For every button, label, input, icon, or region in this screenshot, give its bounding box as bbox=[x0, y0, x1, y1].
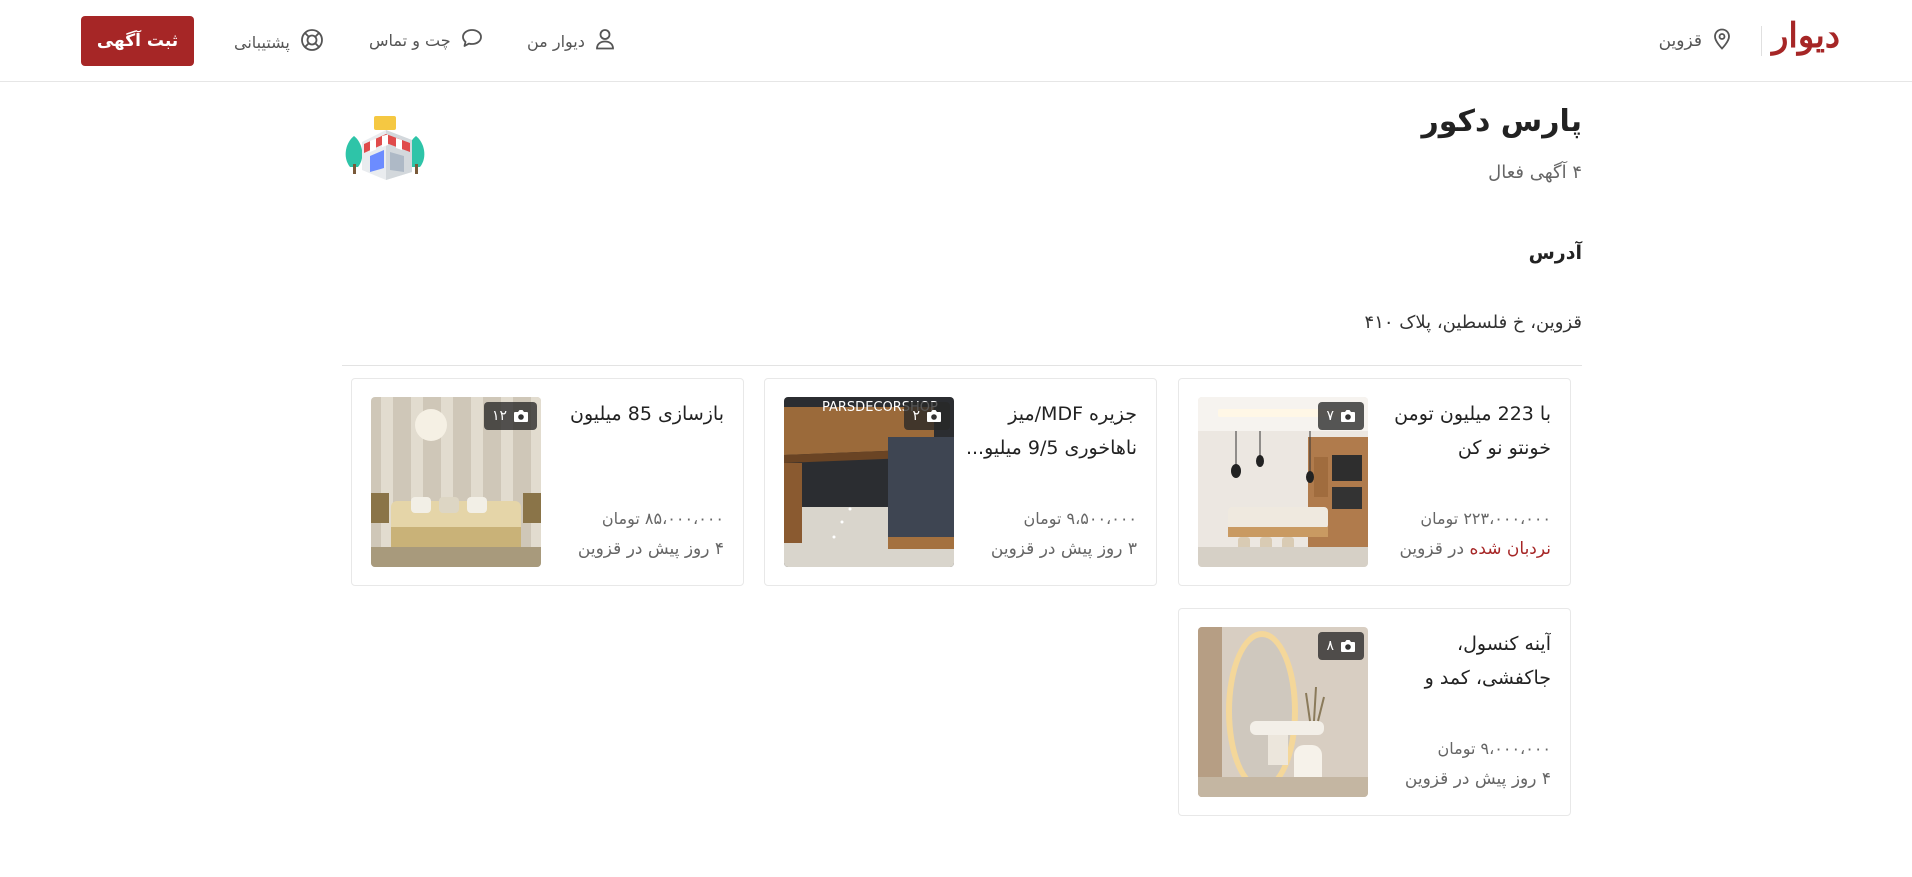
listing-thumbnail: ۷ bbox=[1198, 397, 1368, 567]
listing-meta: نردبان شده در قزوین bbox=[1399, 539, 1551, 559]
photo-count-badge: ۷ bbox=[1318, 402, 1364, 430]
nav-chat-label: چت و تماس bbox=[369, 30, 451, 50]
nav-support[interactable]: پشتیبانی bbox=[234, 28, 324, 56]
listing-title: جزیره MDF/میز ناهاخوری 9/5 میلیو... bbox=[965, 403, 1137, 459]
listing-meta: ۴ روز پیش در قزوین bbox=[577, 539, 724, 559]
listing-thumbnail: PARSDECORSHOP ۲ bbox=[784, 397, 954, 567]
listing-price: ۸۵،۰۰۰،۰۰۰ تومان bbox=[601, 509, 724, 528]
listing-price: ۹،۰۰۰،۰۰۰ تومان bbox=[1437, 739, 1551, 758]
store-active-ads: ۴ آگهی فعال bbox=[1488, 162, 1582, 183]
photo-count-badge: ۱۲ bbox=[483, 402, 537, 430]
section-divider bbox=[342, 365, 1582, 366]
listing-title: آینه کنسول، جاکفشی، کمد و کابینت متری ..… bbox=[1424, 633, 1551, 689]
listing-thumbnail: ۱۲ bbox=[371, 397, 541, 567]
listing-title: با 223 میلیون تومن خونتو نو کن bbox=[1394, 403, 1551, 459]
listing-title: بازسازی 85 میلیون bbox=[570, 403, 724, 425]
store-name: پارس دکور bbox=[1421, 104, 1582, 139]
camera-icon bbox=[1340, 639, 1356, 653]
user-icon bbox=[595, 28, 615, 54]
nav-support-label: پشتیبانی bbox=[234, 32, 290, 52]
promoted-label: نردبان شده bbox=[1469, 539, 1551, 559]
city-label: قزوین bbox=[1658, 31, 1702, 51]
listing-card[interactable]: جزیره MDF/میز ناهاخوری 9/5 میلیو... ۹،۵۰… bbox=[764, 378, 1157, 586]
listing-price: ۲۲۳،۰۰۰،۰۰۰ تومان bbox=[1420, 509, 1551, 528]
chat-bubble-icon bbox=[461, 28, 483, 52]
camera-icon bbox=[1340, 409, 1356, 423]
address-heading: آدرس bbox=[1528, 242, 1582, 264]
post-ad-button[interactable]: ثبت آگهی bbox=[81, 16, 194, 66]
listing-price: ۹،۵۰۰،۰۰۰ تومان bbox=[1023, 509, 1137, 528]
listing-card[interactable]: با 223 میلیون تومن خونتو نو کن ۲۲۳،۰۰۰،۰… bbox=[1178, 378, 1571, 586]
listing-thumbnail: ۸ bbox=[1198, 627, 1368, 797]
top-header: دیوار قزوین دیوار من چت و تماس پشتیبانی … bbox=[0, 0, 1912, 82]
listing-location: در قزوین bbox=[1399, 539, 1470, 559]
photo-count: ۲ bbox=[912, 408, 920, 424]
location-pin-icon bbox=[1712, 28, 1732, 54]
camera-icon bbox=[513, 409, 529, 423]
photo-count-badge: ۲ bbox=[904, 402, 950, 430]
store-logo bbox=[340, 112, 432, 182]
city-selector[interactable]: قزوین bbox=[1659, 28, 1732, 54]
nav-my-divar-label: دیوار من bbox=[527, 31, 585, 51]
listing-card[interactable]: بازسازی 85 میلیون ۸۵،۰۰۰،۰۰۰ تومان ۴ روز… bbox=[351, 378, 744, 586]
divar-logo[interactable]: دیوار bbox=[1772, 16, 1841, 56]
listing-meta: ۴ روز پیش در قزوین bbox=[1404, 769, 1551, 789]
lifebuoy-icon bbox=[300, 28, 324, 56]
camera-icon bbox=[926, 409, 942, 423]
photo-count: ۱۲ bbox=[491, 408, 507, 424]
listing-card[interactable]: آینه کنسول، جاکفشی، کمد و کابینت متری ..… bbox=[1178, 608, 1571, 816]
photo-count-badge: ۸ bbox=[1318, 632, 1364, 660]
nav-my-divar[interactable]: دیوار من bbox=[527, 28, 615, 54]
photo-count: ۷ bbox=[1326, 408, 1334, 424]
photo-count: ۸ bbox=[1326, 638, 1334, 654]
header-divider bbox=[1761, 26, 1762, 56]
nav-chat[interactable]: چت و تماس bbox=[369, 28, 483, 52]
listing-meta: ۳ روز پیش در قزوین bbox=[990, 539, 1137, 559]
address-text: قزوین، خ فلسطین، پلاک ۴۱۰ bbox=[1364, 312, 1582, 333]
